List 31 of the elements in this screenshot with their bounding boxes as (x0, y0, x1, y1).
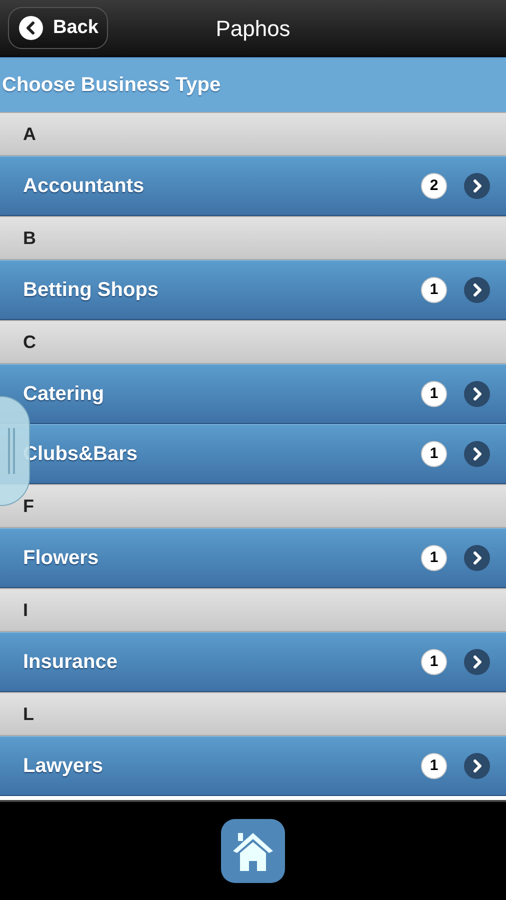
business-type-item[interactable]: Betting Shops 1 (0, 260, 506, 320)
count-badge: 1 (421, 441, 447, 467)
count-badge: 1 (421, 649, 447, 675)
chevron-right-icon (464, 649, 490, 675)
count-badge: 2 (421, 173, 447, 199)
chevron-right-icon (464, 441, 490, 467)
page-title: Paphos (216, 14, 290, 43)
chevron-right-icon (464, 753, 490, 779)
chevron-right-icon (464, 277, 490, 303)
chevron-right-icon (464, 545, 490, 571)
chevron-right-icon (464, 381, 490, 407)
list-heading: Choose Business Type (0, 57, 506, 112)
count-badge: 1 (421, 277, 447, 303)
count-badge: 1 (421, 753, 447, 779)
item-label: Insurance (23, 650, 118, 675)
item-label: Clubs&Bars (23, 442, 138, 467)
back-button[interactable]: Back (8, 7, 108, 49)
business-type-item[interactable]: Lawyers 1 (0, 736, 506, 796)
business-type-item[interactable]: Insurance 1 (0, 632, 506, 692)
item-label: Lawyers (23, 754, 104, 779)
item-label: Betting Shops (23, 278, 160, 303)
chevron-right-icon (464, 173, 490, 199)
item-label: Flowers (23, 546, 100, 571)
business-type-item[interactable]: Flowers 1 (0, 528, 506, 588)
item-label: Accountants (23, 174, 146, 199)
home-button[interactable] (221, 819, 285, 883)
count-badge: 1 (421, 545, 447, 571)
item-label: Catering (23, 382, 106, 407)
business-type-item[interactable]: Accountants 2 (0, 156, 506, 216)
business-type-item[interactable]: Catering 1 (0, 364, 506, 424)
count-badge: 1 (421, 381, 447, 407)
